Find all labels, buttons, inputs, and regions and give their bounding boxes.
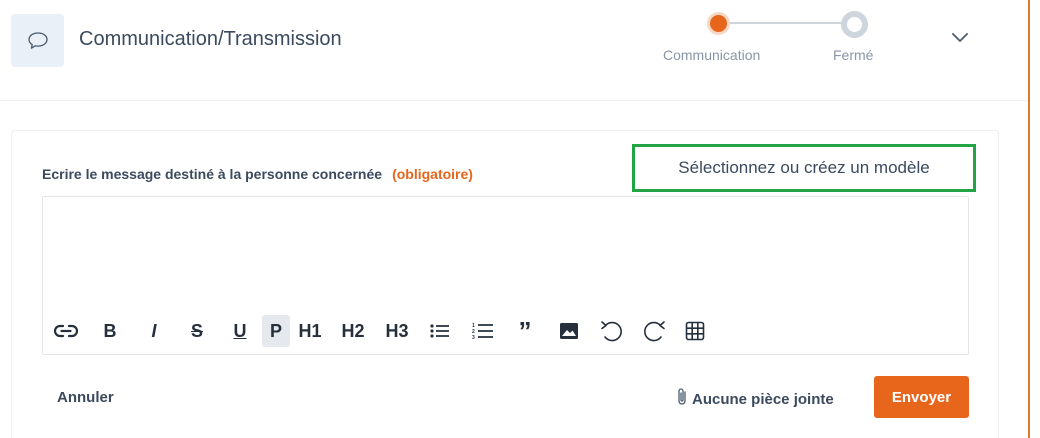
bullet-list-icon[interactable] (429, 315, 451, 347)
send-button[interactable]: Envoyer (874, 376, 969, 418)
image-icon[interactable] (558, 315, 580, 347)
paragraph-button[interactable]: P (262, 315, 290, 347)
cancel-button[interactable]: Annuler (57, 389, 114, 406)
step-dot-ferme[interactable] (841, 11, 868, 38)
chat-bubble-icon (11, 14, 64, 67)
editor-text-area[interactable] (43, 197, 968, 309)
stepper-line (718, 22, 856, 24)
table-icon[interactable] (684, 315, 706, 347)
step-label-ferme: Fermé (833, 47, 874, 63)
italic-button[interactable]: I (143, 315, 165, 347)
message-label-text: Ecrire le message destiné à la personne … (42, 166, 383, 182)
strikethrough-button[interactable]: S (185, 315, 209, 347)
page-title: Communication/Transmission (79, 28, 342, 50)
heading3-button[interactable]: H3 (382, 315, 412, 347)
paperclip-icon (676, 387, 688, 411)
step-label-communication: Communication (663, 47, 761, 63)
bold-button[interactable]: B (99, 315, 121, 347)
heading1-button[interactable]: H1 (298, 315, 322, 347)
message-editor[interactable]: B I S U P H1 H2 H3 1 2 3 ” (42, 196, 969, 355)
underline-button[interactable]: U (228, 315, 252, 347)
attachment-button[interactable]: Aucune pièce jointe (676, 387, 834, 411)
status-stepper: Communication Fermé (660, 10, 900, 70)
message-card: Ecrire le message destiné à la personne … (11, 130, 999, 438)
panel-header: Communication/Transmission Communication… (0, 0, 1028, 101)
attachment-label: Aucune pièce jointe (692, 390, 834, 408)
undo-icon[interactable] (598, 315, 626, 347)
heading2-button[interactable]: H2 (338, 315, 368, 347)
svg-text:3: 3 (472, 335, 475, 340)
redo-icon[interactable] (640, 315, 668, 347)
ordered-list-icon[interactable]: 1 2 3 (471, 315, 495, 347)
template-select-button[interactable]: Sélectionnez ou créez un modèle (632, 144, 976, 192)
right-accent-bar (1028, 0, 1030, 438)
required-label: (obligatoire) (392, 166, 473, 182)
step-dot-communication[interactable] (707, 12, 730, 35)
chevron-down-icon[interactable] (950, 28, 970, 48)
blockquote-button[interactable]: ” (515, 315, 535, 347)
message-label: Ecrire le message destiné à la personne … (42, 166, 473, 182)
link-icon[interactable] (53, 315, 79, 347)
editor-toolbar: B I S U P H1 H2 H3 1 2 3 ” (53, 315, 953, 347)
